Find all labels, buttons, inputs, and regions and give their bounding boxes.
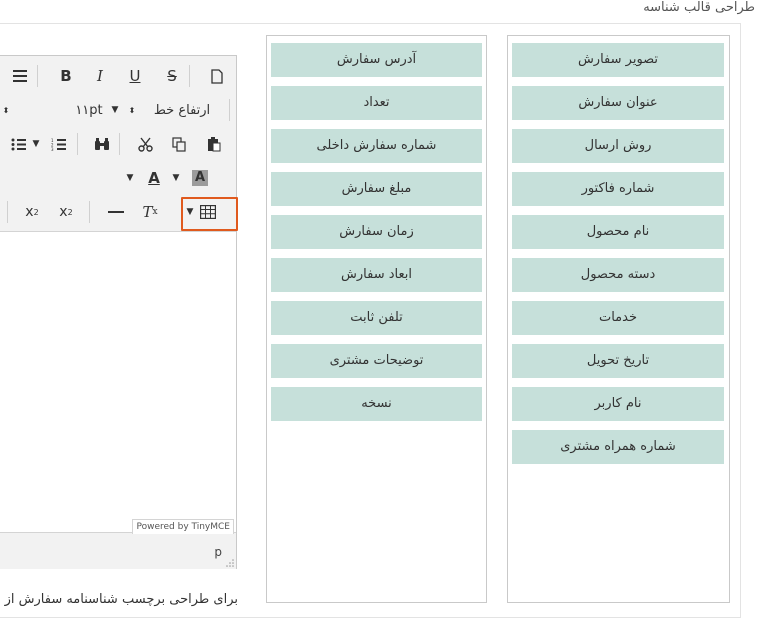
- strikethrough-icon[interactable]: S: [161, 64, 183, 88]
- field-order-address[interactable]: آدرس سفارش: [271, 43, 482, 77]
- chevron-down-icon[interactable]: ▼: [31, 132, 41, 156]
- horizontal-rule-icon[interactable]: [105, 200, 127, 224]
- chevron-down-icon[interactable]: ▼: [109, 98, 121, 122]
- subscript-icon[interactable]: x2: [21, 200, 43, 224]
- toolbar-separator: [77, 133, 78, 155]
- background-color-icon[interactable]: A: [189, 166, 211, 190]
- field-landline-phone[interactable]: تلفن ثابت: [271, 301, 482, 335]
- field-product-name[interactable]: نام محصول: [512, 215, 724, 249]
- page-title: طراحی قالب شناسه: [643, 0, 755, 15]
- toolbar-separator: [89, 201, 90, 223]
- underline-icon[interactable]: U: [124, 64, 146, 88]
- chevron-down-icon[interactable]: ▼: [171, 166, 181, 190]
- field-quantity[interactable]: تعداد: [271, 86, 482, 120]
- editor-statusbar: Powered by TinyMCE p: [0, 519, 236, 569]
- find-replace-icon[interactable]: [91, 132, 113, 156]
- justify-icon[interactable]: [9, 64, 31, 88]
- field-internal-order-number[interactable]: شماره سفارش داخلی: [271, 129, 482, 163]
- toolbar-separator: [229, 99, 230, 121]
- superscript-icon[interactable]: x2: [55, 200, 77, 224]
- field-shipping-method[interactable]: روش ارسال: [512, 129, 724, 163]
- field-order-image[interactable]: تصویر سفارش: [512, 43, 724, 77]
- font-size-select[interactable]: ۱۱pt: [69, 98, 109, 122]
- toolbar-separator: [119, 133, 120, 155]
- cut-icon[interactable]: [134, 132, 156, 156]
- field-customer-notes[interactable]: توضیحات مشتری: [271, 344, 482, 378]
- bold-icon[interactable]: B: [55, 64, 77, 88]
- resize-handle-icon[interactable]: [226, 559, 234, 567]
- numbered-list-icon[interactable]: 123: [47, 132, 69, 156]
- field-order-time[interactable]: زمان سفارش: [271, 215, 482, 249]
- text-color-icon[interactable]: A: [143, 166, 165, 190]
- field-order-title[interactable]: عنوان سفارش: [512, 86, 724, 120]
- line-height-label: ارتفاع خط: [153, 102, 211, 118]
- field-order-amount[interactable]: مبلغ سفارش: [271, 172, 482, 206]
- emoticon-icon[interactable]: ◎: [0, 200, 1, 224]
- fields-column-left: آدرس سفارش تعداد شماره سفارش داخلی مبلغ …: [266, 35, 487, 603]
- italic-icon[interactable]: I: [89, 64, 111, 88]
- table-button-highlight: [181, 197, 238, 231]
- clear-formatting-icon[interactable]: Tx: [139, 200, 161, 224]
- field-customer-mobile[interactable]: شماره همراه مشتری: [512, 430, 724, 464]
- toolbar-separator: [37, 65, 38, 87]
- bullet-list-icon[interactable]: [7, 132, 29, 156]
- powered-by-label: Powered by TinyMCE: [132, 519, 234, 534]
- toolbar-separator: [189, 65, 190, 87]
- help-text: برای طراحی برچسب شناسنامه سفارش از فیلده…: [0, 592, 238, 607]
- field-product-category[interactable]: دسته محصول: [512, 258, 724, 292]
- field-invoice-number[interactable]: شماره فاکتور: [512, 172, 724, 206]
- line-height-select[interactable]: ارتفاع خط: [149, 98, 215, 122]
- chevron-down-icon[interactable]: ▼: [125, 166, 135, 190]
- spinner-icon[interactable]: ⬍: [1, 98, 11, 122]
- svg-text:3: 3: [51, 147, 54, 151]
- toolbar-separator: [7, 201, 8, 223]
- rich-text-editor: B I U S ⬍ ۱۱pt ▼ ⬍ ارتفاع خط ▼ 123 ▼ A ▼…: [0, 55, 237, 569]
- field-order-dimensions[interactable]: ابعاد سفارش: [271, 258, 482, 292]
- element-path[interactable]: p: [214, 545, 222, 559]
- paste-icon[interactable]: [203, 132, 225, 156]
- field-delivery-date[interactable]: تاریخ تحویل: [512, 344, 724, 378]
- font-size-value: ۱۱pt: [75, 102, 103, 118]
- field-user-name[interactable]: نام کاربر: [512, 387, 724, 421]
- copy-icon[interactable]: [168, 132, 190, 156]
- field-version[interactable]: نسخه: [271, 387, 482, 421]
- field-services[interactable]: خدمات: [512, 301, 724, 335]
- fields-column-right: تصویر سفارش عنوان سفارش روش ارسال شماره …: [507, 35, 730, 603]
- new-document-icon[interactable]: [206, 64, 228, 88]
- spinner-icon[interactable]: ⬍: [127, 98, 137, 122]
